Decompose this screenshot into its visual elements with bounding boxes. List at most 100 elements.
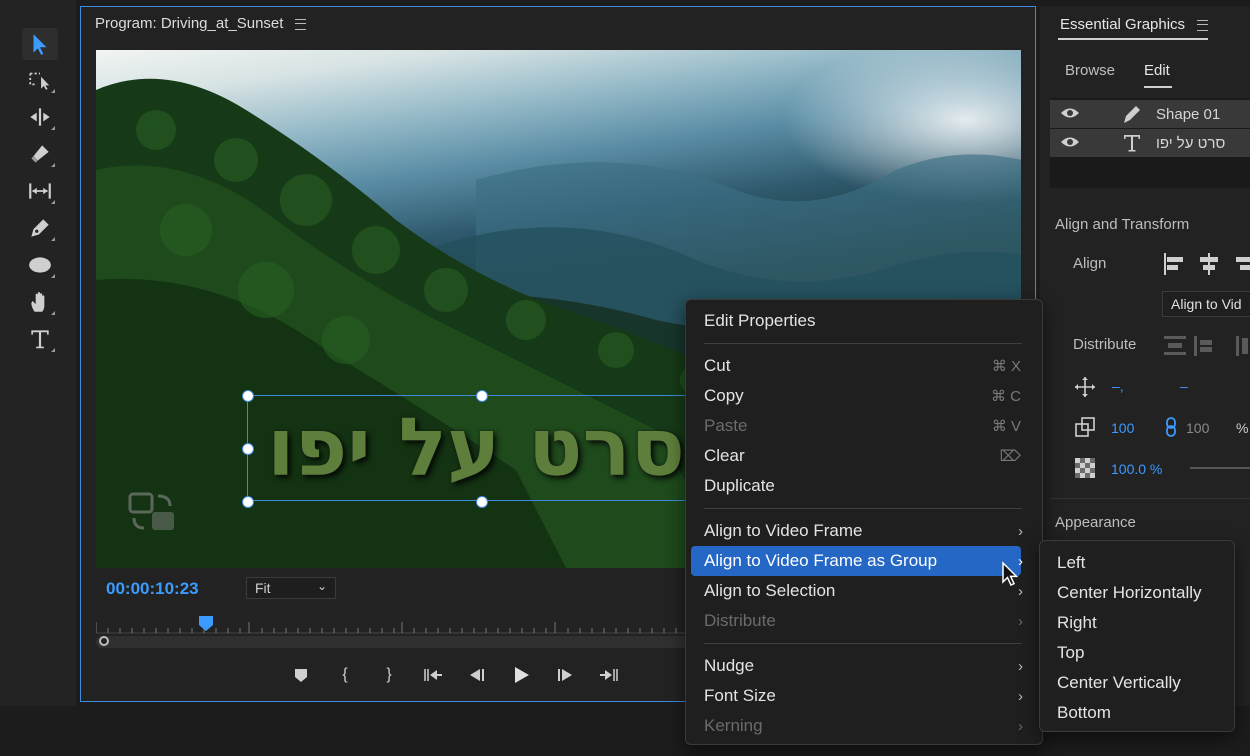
slip-icon [29, 183, 51, 199]
go-to-in-button[interactable] [422, 664, 444, 686]
time-ruler[interactable] [96, 616, 696, 634]
link-icon[interactable] [1164, 417, 1178, 437]
go-to-out-button[interactable] [598, 664, 620, 686]
submenu-item-center-horizontally[interactable]: Center Horizontally [1057, 583, 1202, 603]
menu-item-kerning: Kerning › [691, 711, 1023, 741]
menu-item-nudge[interactable]: Nudge › [691, 651, 1023, 681]
marker-icon [295, 669, 307, 682]
transform-handle[interactable] [242, 390, 254, 402]
menu-separator [704, 343, 1022, 344]
track-select-icon [29, 72, 50, 90]
align-to-dropdown[interactable]: Align to Vid [1162, 291, 1250, 317]
align-center-icon[interactable] [1200, 253, 1218, 275]
step-back-button[interactable] [466, 664, 488, 686]
panel-menu-icon[interactable] [1197, 19, 1209, 31]
section-divider [1050, 498, 1250, 499]
position-x-value[interactable]: –, [1112, 378, 1124, 394]
pen-icon [1124, 106, 1140, 123]
zoom-scroll-handle[interactable] [99, 636, 109, 646]
pen-tool[interactable] [22, 212, 58, 244]
play-button[interactable] [510, 664, 532, 686]
overlay-hebrew-text: סרט על יפו [267, 401, 685, 494]
type-tool[interactable] [22, 323, 58, 355]
menu-item-label: Edit Properties [704, 311, 816, 330]
position-icon [1075, 377, 1095, 397]
position-y-value[interactable]: – [1180, 378, 1188, 394]
step-forward-button[interactable] [554, 664, 576, 686]
hand-tool[interactable] [22, 286, 58, 318]
chevron-right-icon: › [1018, 717, 1023, 735]
eye-icon[interactable] [1060, 106, 1080, 120]
tab-browse[interactable]: Browse [1065, 62, 1115, 79]
ellipse-tool[interactable] [22, 249, 58, 281]
opacity-value[interactable]: 100.0 % [1111, 461, 1162, 477]
menu-item-align-to-selection[interactable]: Align to Selection › [691, 576, 1023, 606]
menu-separator [704, 508, 1022, 509]
mark-out-icon: } [386, 666, 392, 683]
opacity-slider[interactable] [1190, 467, 1250, 469]
layer-row-text[interactable]: סרט על יפו [1050, 129, 1250, 157]
panel-menu-icon[interactable] [295, 18, 307, 30]
scale-value[interactable]: 100 [1111, 420, 1134, 436]
menu-item-font-size[interactable]: Font Size › [691, 681, 1023, 711]
submenu-item-bottom[interactable]: Bottom [1057, 703, 1111, 723]
step-back-icon [470, 669, 484, 681]
arrow-pointer-icon [33, 34, 47, 55]
menu-item-clear[interactable]: Clear ⌦ [691, 441, 1021, 471]
eye-icon[interactable] [1060, 135, 1080, 149]
align-left-icon[interactable] [1164, 253, 1183, 275]
scale-height-value[interactable]: 100 [1186, 420, 1209, 436]
zoom-level-dropdown[interactable]: Fit ⌄ [246, 577, 336, 599]
ellipse-icon [29, 257, 51, 273]
menu-item-copy[interactable]: Copy ⌘ C [691, 381, 1021, 411]
shortcut-label: ⌘ C [991, 388, 1021, 405]
playhead-timecode[interactable]: 00:00:10:23 [106, 579, 199, 599]
menu-item-paste: Paste ⌘ V [691, 411, 1021, 441]
go-to-in-icon [424, 669, 442, 681]
chevron-down-icon: ⌄ [316, 579, 327, 593]
mark-out-button[interactable]: } [378, 664, 400, 686]
active-panel-underline [1058, 38, 1208, 40]
distribute-label: Distribute [1073, 336, 1137, 353]
razor-tool[interactable] [22, 138, 58, 170]
mark-in-button[interactable]: { [334, 664, 356, 686]
transform-handle[interactable] [242, 443, 254, 455]
submenu-item-top[interactable]: Top [1057, 643, 1084, 663]
zoom-scroll-bar[interactable] [96, 636, 696, 648]
track-select-tool[interactable] [22, 64, 58, 96]
menu-item-cut[interactable]: Cut ⌘ X [691, 351, 1021, 381]
menu-item-duplicate[interactable]: Duplicate [691, 471, 1021, 501]
delete-key-icon: ⌦ [999, 448, 1021, 465]
menu-item-align-to-video-frame[interactable]: Align to Video Frame › [691, 516, 1023, 546]
menu-item-label: Copy [704, 386, 744, 405]
selection-tool[interactable] [22, 28, 58, 60]
menu-item-label: Paste [704, 416, 748, 435]
menu-item-label: Nudge [704, 656, 755, 675]
tab-edit[interactable]: Edit [1144, 62, 1170, 79]
shortcut-label: ⌘ X [991, 358, 1021, 375]
menu-item-label: Duplicate [704, 476, 775, 495]
align-label: Align [1073, 255, 1107, 272]
playhead-marker[interactable] [199, 616, 213, 631]
scale-unit: % [1236, 420, 1249, 436]
layer-row-shape[interactable]: Shape 01 [1050, 100, 1250, 128]
swap-overlay-icon [128, 492, 174, 530]
razor-icon [31, 145, 49, 163]
add-marker-button[interactable] [290, 664, 312, 686]
tools-panel [0, 0, 76, 706]
context-menu: Edit Properties Cut ⌘ X Copy ⌘ C Paste ⌘ V … [685, 299, 1043, 745]
menu-item-edit-properties[interactable]: Edit Properties [691, 306, 1021, 336]
submenu-item-center-vertically[interactable]: Center Vertically [1057, 673, 1181, 693]
slip-tool[interactable] [22, 175, 58, 207]
transform-handle[interactable] [242, 496, 254, 508]
submenu-item-right[interactable]: Right [1057, 613, 1097, 633]
menu-item-align-to-video-frame-as-group[interactable]: Align to Video Frame as Group › [691, 546, 1023, 576]
align-right-icon[interactable] [1236, 257, 1250, 270]
shortcut-label: ⌘ V [991, 418, 1021, 435]
zoom-level-value: Fit [255, 580, 271, 596]
ripple-edit-tool[interactable] [22, 101, 58, 133]
submenu-item-left[interactable]: Left [1057, 553, 1085, 573]
essential-graphics-title-text: Essential Graphics [1060, 16, 1186, 33]
ripple-edit-icon [30, 108, 50, 126]
chevron-right-icon: › [1018, 657, 1023, 675]
